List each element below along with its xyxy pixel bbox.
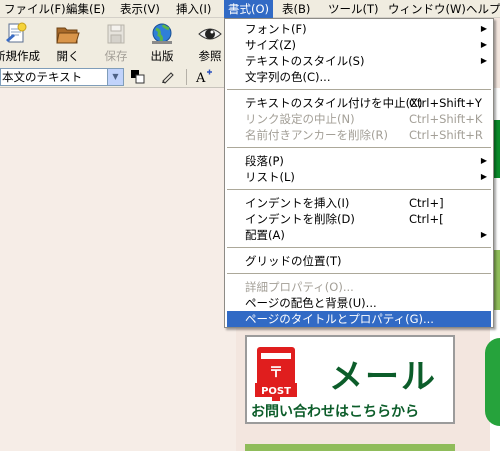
menu-item-size[interactable]: サイズ(Z) ▶ bbox=[227, 37, 491, 53]
menu-item-page-colors[interactable]: ページの配色と背景(U)... bbox=[227, 295, 491, 311]
menu-item-remove-styles[interactable]: テキストのスタイル付けを中止(X) Ctrl+Shift+Y bbox=[227, 95, 491, 111]
main-toolbar: 新規作成 開く 保存 出版 参照 bbox=[0, 18, 224, 66]
menu-view[interactable]: 表示(V) bbox=[116, 0, 164, 18]
menu-item-align[interactable]: 配置(A) ▶ bbox=[227, 227, 491, 243]
menu-item-list[interactable]: リスト(L) ▶ bbox=[227, 169, 491, 185]
menu-bar: ファイル(F) 編集(E) 表示(V) 挿入(I) 書式(O) 表(B) ツール… bbox=[0, 0, 500, 18]
globe-icon bbox=[152, 23, 172, 44]
menu-window[interactable]: ウィンドウ(W) bbox=[384, 0, 470, 18]
menu-item-paragraph[interactable]: 段落(P) ▶ bbox=[227, 153, 491, 169]
menu-edit[interactable]: 編集(E) bbox=[62, 0, 109, 18]
menu-item-grid-position[interactable]: グリッドの位置(T) bbox=[227, 253, 491, 269]
new-document-icon bbox=[6, 22, 27, 43]
menu-item-indent[interactable]: インデントを挿入(I) Ctrl+] bbox=[227, 195, 491, 211]
menu-item-font[interactable]: フォント(F) ▶ bbox=[227, 21, 491, 37]
open-button[interactable]: 開く bbox=[46, 20, 90, 64]
menu-item-outdent[interactable]: インデントを削除(D) Ctrl+[ bbox=[227, 211, 491, 227]
svg-text:POST: POST bbox=[261, 386, 291, 397]
svg-text:〒: 〒 bbox=[269, 365, 283, 381]
svg-text:A: A bbox=[195, 71, 206, 84]
menu-separator bbox=[227, 273, 491, 274]
new-button[interactable]: 新規作成 bbox=[0, 20, 40, 64]
submenu-arrow-icon: ▶ bbox=[480, 56, 487, 65]
menu-item-page-title-properties[interactable]: ページのタイトルとプロパティ(G)... bbox=[227, 311, 491, 327]
folder-open-icon bbox=[56, 27, 80, 44]
menu-separator bbox=[227, 89, 491, 90]
green-bar-bottom bbox=[245, 444, 455, 451]
menu-insert[interactable]: 挿入(I) bbox=[172, 0, 215, 18]
format-menu-dropdown: フォント(F) ▶ サイズ(Z) ▶ テキストのスタイル(S) ▶ 文字列の色(C).… bbox=[224, 18, 494, 328]
save-icon bbox=[107, 24, 125, 44]
menu-separator bbox=[227, 247, 491, 248]
menu-separator bbox=[227, 147, 491, 148]
menu-format[interactable]: 書式(O) bbox=[224, 0, 274, 18]
submenu-arrow-icon: ▶ bbox=[480, 24, 487, 33]
menu-table[interactable]: 表(B) bbox=[278, 0, 314, 18]
menu-item-text-style[interactable]: テキストのスタイル(S) ▶ bbox=[227, 53, 491, 69]
menu-file[interactable]: ファイル(F) bbox=[0, 0, 70, 18]
highlight-button[interactable] bbox=[158, 68, 178, 86]
editor-canvas[interactable] bbox=[0, 88, 236, 451]
mail-title: メール bbox=[329, 357, 437, 397]
format-toolbar: 本文のテキスト ▼ A bbox=[0, 66, 224, 88]
text-color-button[interactable] bbox=[128, 68, 148, 86]
menu-item-advanced-properties[interactable]: 詳細プロパティ(O)... bbox=[227, 279, 491, 295]
toolbar-separator bbox=[186, 69, 187, 85]
menu-item-text-color[interactable]: 文字列の色(C)... bbox=[227, 69, 491, 85]
chevron-down-icon[interactable]: ▼ bbox=[107, 69, 123, 85]
increase-font-button[interactable]: A bbox=[194, 68, 214, 86]
font-size-increase-icon: A bbox=[195, 69, 212, 86]
menu-tools[interactable]: ツール(T) bbox=[324, 0, 383, 18]
submenu-arrow-icon: ▶ bbox=[480, 156, 487, 165]
menu-item-remove-links[interactable]: リンク設定の中止(N) Ctrl+Shift+K bbox=[227, 111, 491, 127]
submenu-arrow-icon: ▶ bbox=[480, 172, 487, 181]
save-button[interactable]: 保存 bbox=[94, 20, 138, 64]
green-banner-edge bbox=[485, 338, 500, 426]
publish-button[interactable]: 出版 bbox=[140, 20, 184, 64]
menu-separator bbox=[227, 189, 491, 190]
eye-icon bbox=[198, 28, 222, 40]
menu-help[interactable]: ヘルプ bbox=[462, 0, 500, 18]
paragraph-style-select[interactable]: 本文のテキスト ▼ bbox=[0, 68, 124, 86]
mailbox-icon: 〒 POST bbox=[255, 347, 297, 401]
pen-icon bbox=[162, 72, 174, 84]
submenu-arrow-icon: ▶ bbox=[480, 230, 487, 239]
submenu-arrow-icon: ▶ bbox=[480, 40, 487, 49]
mail-subtitle: お問い合わせはこちらから bbox=[251, 404, 419, 420]
menu-item-remove-anchors[interactable]: 名前付きアンカーを削除(R) Ctrl+Shift+R bbox=[227, 127, 491, 143]
color-swatch-icon bbox=[131, 70, 145, 84]
mail-banner[interactable]: 〒 POST メール お問い合わせはこちらから bbox=[245, 335, 455, 424]
